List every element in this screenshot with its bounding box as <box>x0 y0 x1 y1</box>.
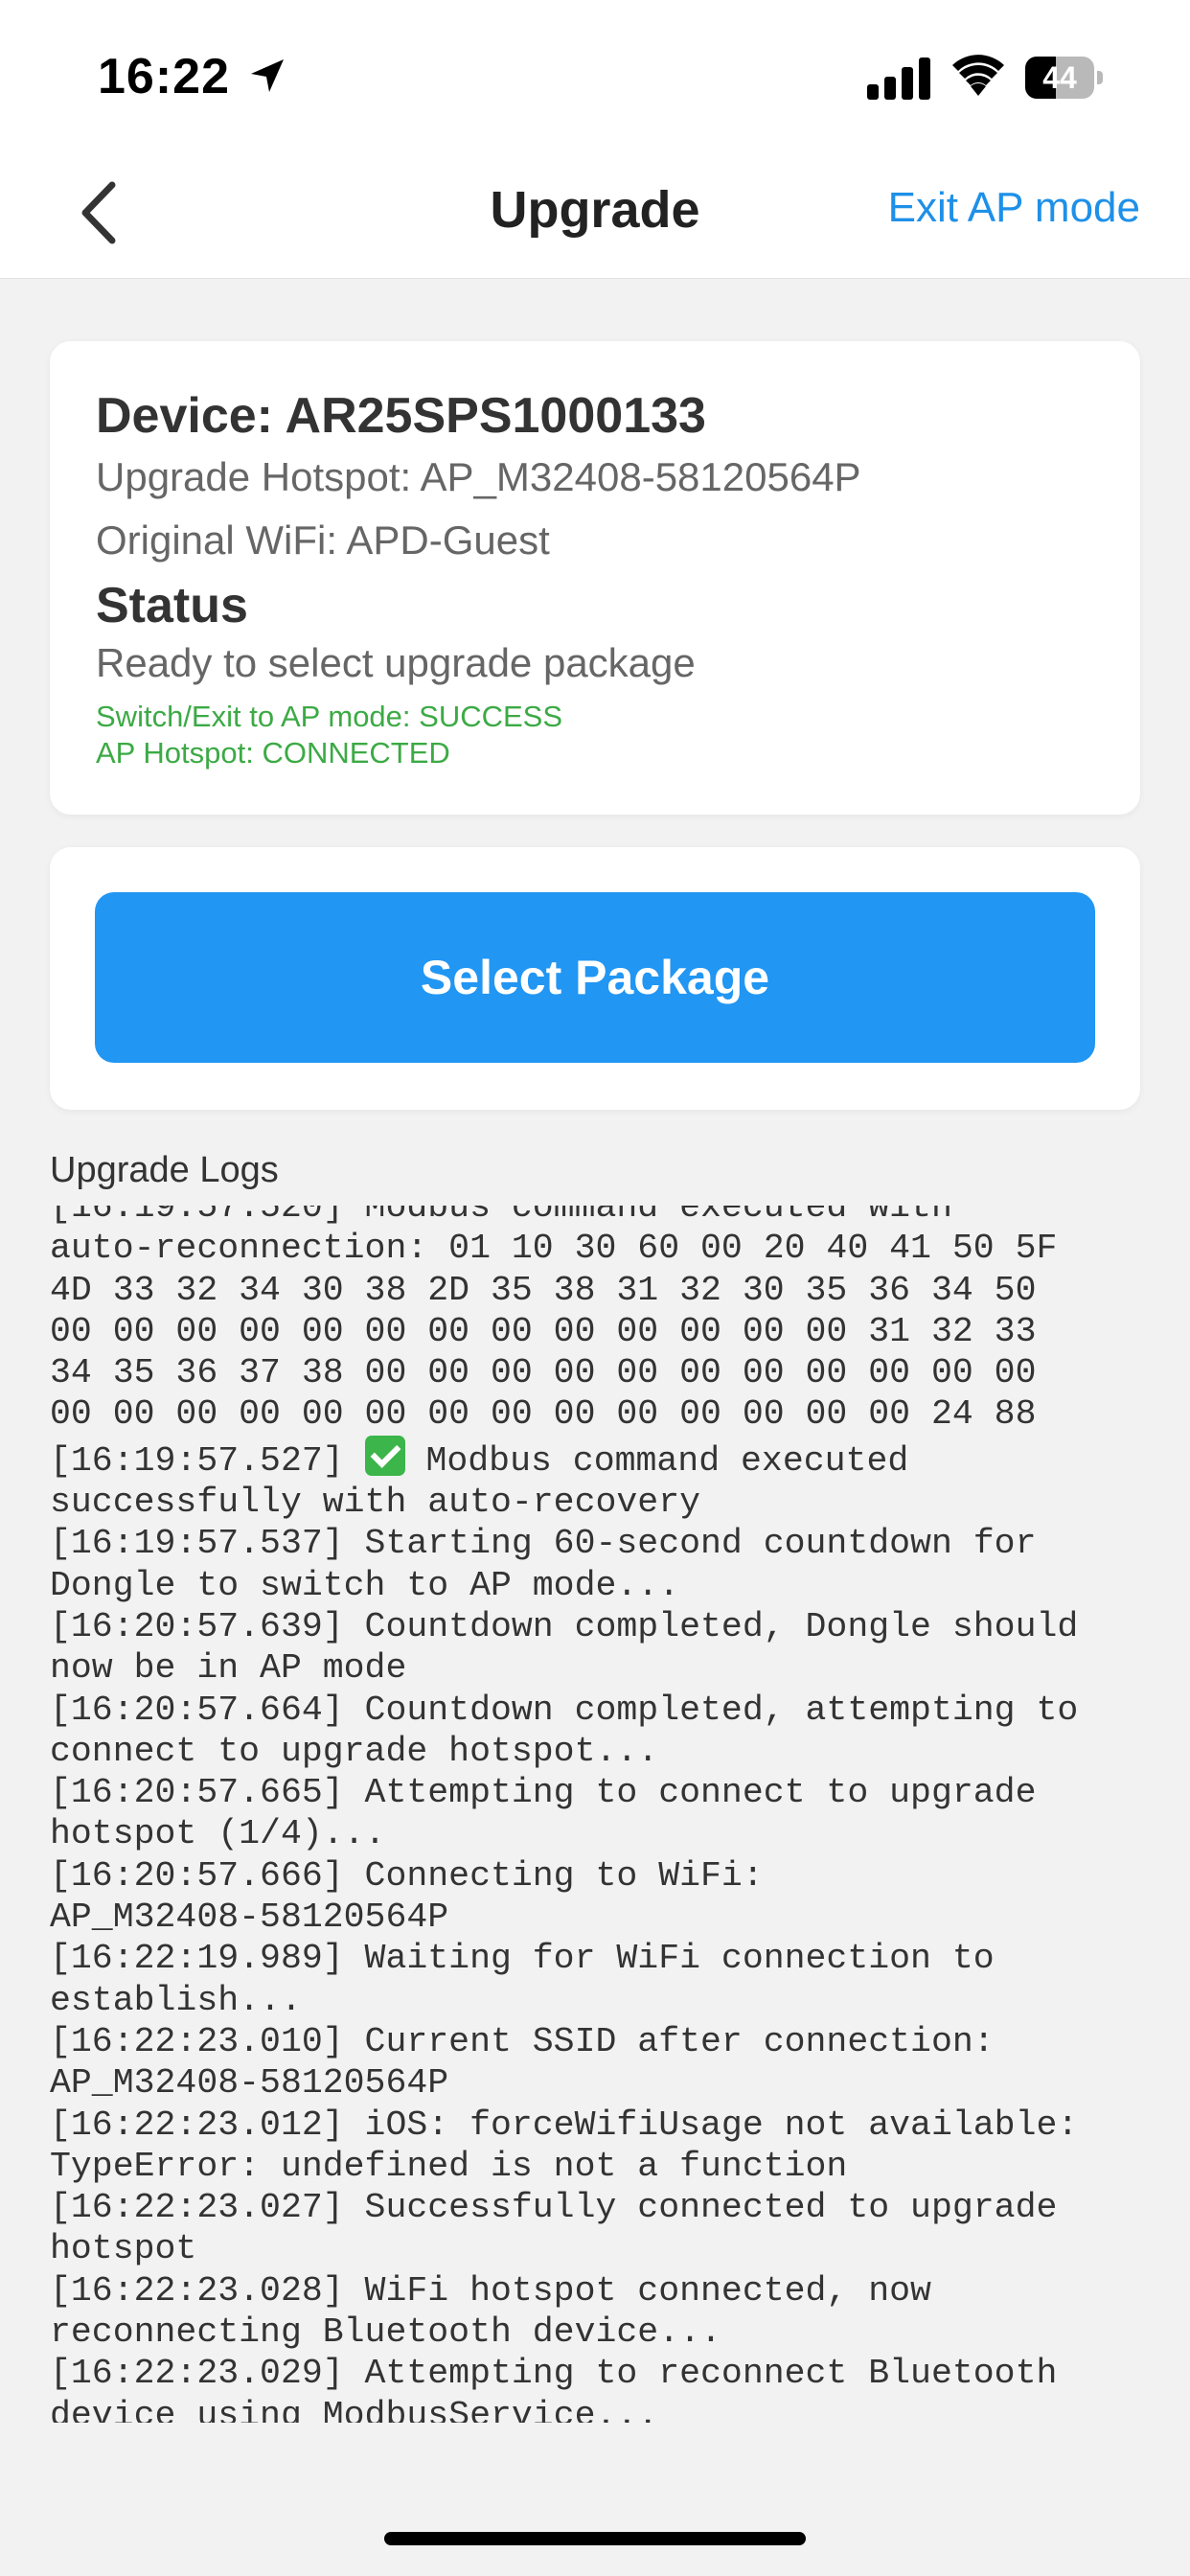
log-line: [16:22:23.010] Current SSID after connec… <box>50 2021 1152 2062</box>
upgrade-hotspot-text: Upgrade Hotspot: AP_M32408-58120564P <box>96 454 861 499</box>
log-line: TypeError: undefined is not a function <box>50 2146 1152 2187</box>
log-line-text: hotspot (1/4)... <box>50 1814 386 1854</box>
log-line-text: Modbus command executed <box>404 1440 909 1481</box>
log-line: [16:20:57.639] Countdown completed, Dong… <box>50 1606 1152 1647</box>
log-line: auto-reconnection: 01 10 30 60 00 20 40 … <box>50 1228 1152 1269</box>
log-line-text: 00 00 00 00 00 00 00 00 00 00 00 00 00 3… <box>50 1311 1037 1351</box>
log-line: [16:20:57.665] Attempting to connect to … <box>50 1772 1152 1813</box>
log-line: Dongle to switch to AP mode... <box>50 1565 1152 1606</box>
status-text: Ready to select upgrade package <box>96 640 696 685</box>
log-line: [16:22:19.989] Waiting for WiFi connecti… <box>50 1938 1152 1979</box>
log-line: hotspot (1/4)... <box>50 1813 1152 1854</box>
location-arrow-icon <box>251 59 284 92</box>
log-line: 00 00 00 00 00 00 00 00 00 00 00 00 00 3… <box>50 1311 1152 1352</box>
home-indicator[interactable] <box>384 2532 806 2545</box>
log-line-text: [16:19:57.537] Starting 60-second countd… <box>50 1524 1037 1564</box>
log-line-text: connect to upgrade hotspot... <box>50 1731 659 1771</box>
log-list: [16:19:57.520] Modbus command executed w… <box>50 1206 1152 2423</box>
log-line: device using ModbusService... <box>50 2395 1152 2423</box>
check-mark-icon <box>364 1435 405 1476</box>
log-line-text: [16:19:57.520] Modbus command executed w… <box>50 1206 952 1227</box>
log-line-text: [16:22:19.989] Waiting for WiFi connecti… <box>50 1939 995 1979</box>
log-line: [16:22:23.028] WiFi hotspot connected, n… <box>50 2270 1152 2312</box>
log-line-text: TypeError: undefined is not a function <box>50 2146 848 2186</box>
log-line-text: AP_M32408-58120564P <box>50 2063 449 2104</box>
log-line-text: [16:20:57.664] Countdown completed, atte… <box>50 1690 1079 1730</box>
log-line-text: now be in AP mode <box>50 1648 407 1689</box>
upgrade-logs-scroll[interactable]: [16:19:57.520] Modbus command executed w… <box>50 1206 1152 2423</box>
log-line-text: [16:20:57.639] Countdown completed, Dong… <box>50 1606 1079 1646</box>
wifi-icon <box>952 55 1004 96</box>
select-package-button[interactable]: Select Package <box>95 892 1095 1063</box>
chevron-left-icon <box>81 181 116 244</box>
log-line-text: [16:20:57.666] Connecting to WiFi: <box>50 1855 764 1896</box>
log-line: successfully with auto-recovery <box>50 1482 1152 1523</box>
log-line: [16:20:57.666] Connecting to WiFi: <box>50 1855 1152 1897</box>
hotspot-status-text: AP Hotspot: CONNECTED <box>96 736 450 770</box>
log-line-text: 34 35 36 37 38 00 00 00 00 00 00 00 00 0… <box>50 1353 1037 1393</box>
log-line-text: successfully with auto-recovery <box>50 1483 701 1523</box>
log-line-text: AP_M32408-58120564P <box>50 1898 449 1938</box>
status-heading: Status <box>96 578 248 633</box>
upgrade-logs-label: Upgrade Logs <box>50 1150 279 1190</box>
log-line: hotspot <box>50 2228 1152 2269</box>
log-line: 4D 33 32 34 30 38 2D 35 38 31 32 30 35 3… <box>50 1270 1152 1311</box>
log-line: 34 35 36 37 38 00 00 00 00 00 00 00 00 0… <box>50 1352 1152 1393</box>
log-line-text: [16:22:23.010] Current SSID after connec… <box>50 2021 995 2061</box>
log-line: 00 00 00 00 00 00 00 00 00 00 00 00 00 0… <box>50 1393 1152 1435</box>
action-card: Select Package <box>50 847 1140 1110</box>
log-line: connect to upgrade hotspot... <box>50 1731 1152 1772</box>
log-line: [16:22:23.029] Attempting to reconnect B… <box>50 2353 1152 2394</box>
exit-ap-mode-button[interactable]: Exit AP mode <box>888 184 1140 232</box>
nav-bar: Upgrade Exit AP mode <box>0 153 1190 279</box>
battery-icon: 44 <box>1025 57 1104 99</box>
cellular-signal-icon <box>867 58 930 100</box>
log-line-text: hotspot <box>50 2229 197 2269</box>
log-line-text: [16:22:23.012] iOS: forceWifiUsage not a… <box>50 2104 1079 2145</box>
device-title: Device: AR25SPS1000133 <box>96 388 706 444</box>
original-wifi-text: Original WiFi: APD-Guest <box>96 518 550 563</box>
log-line-text: 00 00 00 00 00 00 00 00 00 00 00 00 00 0… <box>50 1394 1037 1435</box>
log-line: [16:20:57.664] Countdown completed, atte… <box>50 1690 1152 1731</box>
log-line: now be in AP mode <box>50 1647 1152 1689</box>
log-line: reconnecting Bluetooth device... <box>50 2312 1152 2353</box>
switch-status-text: Switch/Exit to AP mode: SUCCESS <box>96 700 563 733</box>
log-line-text: [16:22:23.029] Attempting to reconnect B… <box>50 2354 1058 2394</box>
log-line-text: Dongle to switch to AP mode... <box>50 1565 680 1605</box>
log-line: [16:22:23.012] iOS: forceWifiUsage not a… <box>50 2104 1152 2146</box>
back-button[interactable] <box>59 174 136 251</box>
log-line: [16:22:23.027] Successfully connected to… <box>50 2187 1152 2228</box>
status-time: 16:22 <box>98 49 230 104</box>
log-line: [16:19:57.537] Starting 60-second countd… <box>50 1523 1152 1564</box>
log-line: AP_M32408-58120564P <box>50 2062 1152 2104</box>
log-line: [16:19:57.527] Modbus command executed <box>50 1435 1152 1482</box>
log-line-text: reconnecting Bluetooth device... <box>50 2312 721 2353</box>
log-line: [16:19:57.520] Modbus command executed w… <box>50 1206 1152 1228</box>
device-info-card: Device: AR25SPS1000133 Upgrade Hotspot: … <box>50 341 1140 815</box>
log-line-text: auto-reconnection: 01 10 30 60 00 20 40 … <box>50 1229 1058 1269</box>
log-line-text: [16:22:23.027] Successfully connected to… <box>50 2188 1058 2228</box>
log-line-text: [16:22:23.028] WiFi hotspot connected, n… <box>50 2270 931 2311</box>
log-line-text: establish... <box>50 1980 302 2020</box>
log-line-text: device using ModbusService... <box>50 2395 659 2423</box>
log-line: AP_M32408-58120564P <box>50 1897 1152 1938</box>
log-line-text: [16:19:57.527] <box>50 1440 365 1481</box>
log-line-text: [16:20:57.665] Attempting to connect to … <box>50 1773 1037 1813</box>
battery-level: 44 <box>1042 60 1077 95</box>
log-line-text: 4D 33 32 34 30 38 2D 35 38 31 32 30 35 3… <box>50 1270 1037 1310</box>
log-line: establish... <box>50 1980 1152 2021</box>
status-bar: 16:22 44 <box>0 0 1190 153</box>
